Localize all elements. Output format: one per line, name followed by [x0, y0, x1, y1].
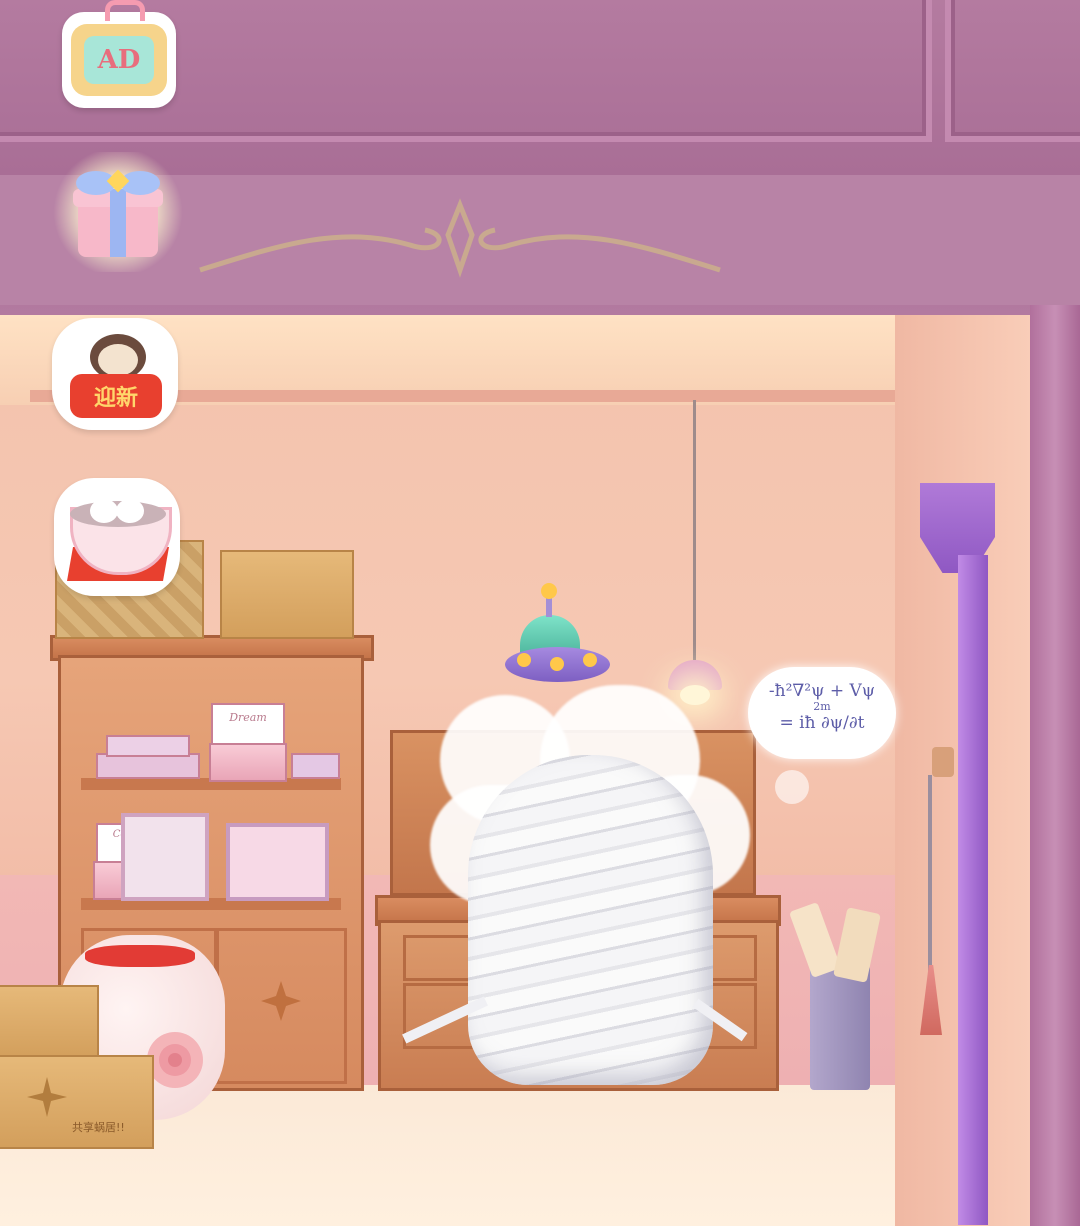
scroll-bin[interactable] [810, 965, 870, 1090]
dream-box[interactable]: Dream [211, 703, 285, 747]
crate-text: 共享蜗居!! [72, 1121, 125, 1134]
ad-button[interactable]: AD [62, 12, 176, 108]
door-frame-post [958, 555, 988, 1225]
ufo-antenna-light [541, 583, 557, 599]
event-banner-button[interactable]: 迎新 [52, 318, 178, 430]
equation-line-3: = iħ ∂ψ/∂t [779, 713, 865, 733]
facade-pillar [1030, 305, 1080, 1226]
equation-line-1: -ħ²∇²ψ + Vψ [768, 681, 876, 701]
event-banner-label: 迎新 [93, 385, 138, 411]
lamp-cord [693, 400, 696, 660]
ufo-hat[interactable] [505, 647, 610, 682]
ad-label: AD [97, 45, 141, 75]
crate-bottom[interactable]: 共享蜗居!! [0, 1055, 154, 1149]
thought-bubble[interactable]: -ħ²∇²ψ + Vψ 2m = iħ ∂ψ/∂t [748, 667, 896, 759]
thought-dot [775, 770, 809, 804]
picture-frame-2[interactable] [226, 823, 329, 901]
small-box[interactable] [291, 753, 340, 779]
tv-bow-icon [105, 0, 145, 21]
stacked-box[interactable] [106, 735, 190, 757]
cardboard-box[interactable] [220, 550, 354, 639]
lamp-glow [680, 685, 710, 705]
room: Dream Coffee [0, 315, 1030, 1226]
gift-box-icon [68, 167, 168, 257]
equation-line-2: 2m [813, 700, 831, 713]
star-emblem-icon [261, 981, 301, 1021]
facade-panel-right [945, 0, 1080, 142]
sack-contents [85, 945, 195, 967]
cabinet-door-right[interactable] [216, 928, 347, 1084]
cat-new-year-icon: 迎新 [60, 326, 170, 422]
pink-box[interactable] [209, 743, 287, 782]
hanging-rope [928, 775, 932, 975]
wall-hook [932, 747, 954, 777]
picture-frame[interactable] [121, 813, 209, 901]
gift-button[interactable] [48, 152, 188, 272]
sparkle-icon [27, 1077, 67, 1117]
bowl-button[interactable] [54, 478, 180, 596]
crate-top[interactable] [0, 985, 99, 1059]
tv-ad-icon: AD [71, 24, 167, 96]
mummy-character[interactable] [468, 755, 713, 1085]
ornament-scroll-icon [199, 198, 721, 278]
dream-box-label: Dream [229, 711, 267, 724]
rice-ball-bowl-icon [62, 487, 172, 587]
